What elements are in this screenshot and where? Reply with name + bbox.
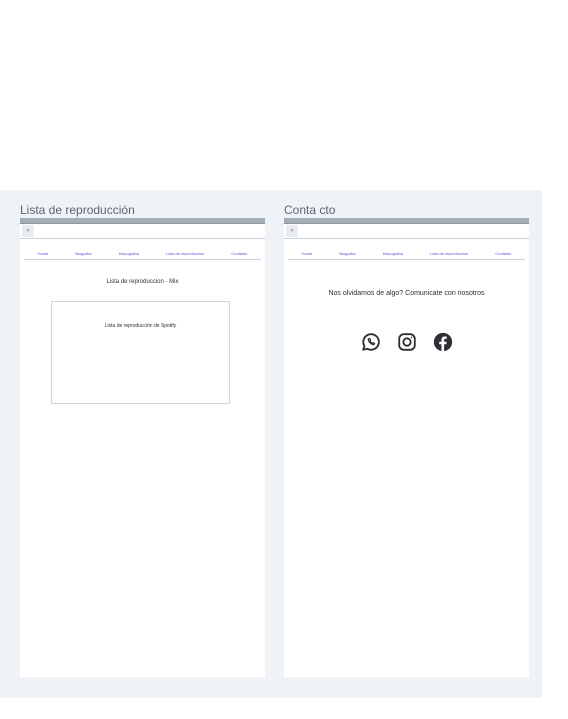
social-icons <box>284 331 529 353</box>
browser-bar <box>284 218 529 224</box>
nav-link-lista[interactable]: Lista de reproducción <box>166 251 204 256</box>
spotify-playlist-label: Lista de reproducción de Spotify <box>104 323 177 329</box>
nav-link-discografia[interactable]: Discografía <box>119 251 139 256</box>
nav-link-biografia[interactable]: Biografía <box>339 251 355 256</box>
nav-link-discografia[interactable]: Discografía <box>383 251 403 256</box>
browser-tab[interactable]: ✕ <box>22 225 34 237</box>
artboard-title-contact[interactable]: Conta cto <box>284 203 335 217</box>
nav-divider <box>288 259 525 260</box>
nav-link-home[interactable]: Home <box>302 251 313 256</box>
spotify-playlist-embed[interactable]: Lista de reproducción de Spotify <box>51 301 230 404</box>
browser-divider <box>20 238 265 239</box>
nav-link-lista[interactable]: Lista de reproduccion <box>430 251 468 256</box>
nav-link-contacto[interactable]: Contacto <box>231 251 247 256</box>
browser-tab[interactable]: ✕ <box>286 225 298 237</box>
whatsapp-icon[interactable] <box>360 331 382 353</box>
navbar: Home Biografía Discografía Lista de repr… <box>288 248 525 258</box>
facebook-icon[interactable] <box>432 331 454 353</box>
browser-bar <box>20 218 265 224</box>
instagram-icon[interactable] <box>396 331 418 353</box>
artboard-title-playlist[interactable]: Lista de reproducción <box>20 203 135 217</box>
artboard-contact[interactable]: ✕ Home Biografía Discografía Lista de re… <box>284 218 529 677</box>
artboard-playlist[interactable]: ✕ Home Biografía Discografía Lista de re… <box>20 218 265 677</box>
nav-link-biografia[interactable]: Biografía <box>75 251 91 256</box>
nav-link-home[interactable]: Home <box>38 251 49 256</box>
nav-link-contacto[interactable]: Contacto <box>495 251 511 256</box>
contact-message: Nos olvidamos de algo? Comunicate con no… <box>328 290 485 297</box>
navbar: Home Biografía Discografía Lista de repr… <box>24 248 261 258</box>
browser-divider <box>284 238 529 239</box>
playlist-heading: Lista de reproduccion - Mix <box>106 279 179 285</box>
nav-divider <box>24 259 261 260</box>
